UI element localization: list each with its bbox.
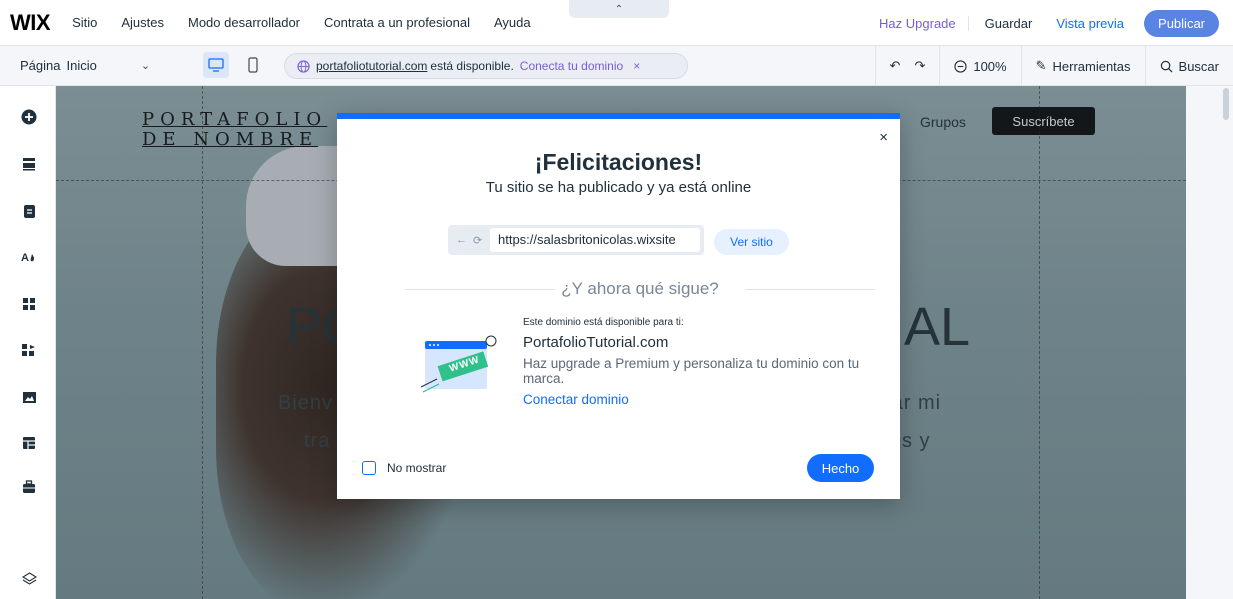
- next-steps-divider: ¿Y ahora qué sigue?: [405, 279, 875, 299]
- canvas-scroll-track: [1186, 86, 1233, 599]
- domain-link[interactable]: portafoliotutorial.com: [316, 59, 427, 73]
- collapse-topbar-tab[interactable]: ⌃: [569, 0, 669, 18]
- tools-icon: ✎: [1035, 58, 1047, 73]
- desktop-view-button[interactable]: [203, 52, 229, 78]
- suggested-domain-name: PortafolioTutorial.com: [523, 334, 669, 351]
- zoom-button[interactable]: 100%: [939, 46, 1020, 86]
- layers-icon[interactable]: [21, 571, 37, 587]
- done-button[interactable]: Hecho: [807, 454, 874, 482]
- dialog-subtitle: Tu sitio se ha publicado y ya está onlin…: [485, 179, 752, 196]
- connect-domain-link[interactable]: Conecta tu dominio: [520, 59, 623, 73]
- close-banner-icon[interactable]: ×: [633, 59, 640, 73]
- dialog-title: ¡Felicitaciones!: [534, 149, 703, 175]
- domain-available-text: está disponible.: [430, 59, 514, 73]
- add-elements-icon[interactable]: [21, 109, 37, 125]
- back-arrow-icon: ←: [456, 233, 467, 246]
- menu-contrata-profesional[interactable]: Contrata a un profesional: [324, 15, 470, 30]
- save-button[interactable]: Guardar: [969, 16, 1049, 31]
- preview-button[interactable]: Vista previa: [1048, 16, 1144, 31]
- www-browser-icon: WWW: [417, 335, 499, 397]
- add-section-icon[interactable]: [21, 156, 37, 172]
- top-bar: WIX Sitio Ajustes Modo desarrollador Con…: [0, 0, 1233, 46]
- publish-success-dialog: × ¡Felicitaciones! Tu sitio se ha public…: [337, 113, 900, 499]
- apps-icon[interactable]: [21, 296, 37, 312]
- desktop-icon: [208, 58, 224, 72]
- dont-show-checkbox[interactable]: [362, 461, 376, 475]
- menu-ayuda[interactable]: Ayuda: [494, 15, 531, 30]
- undo-icon[interactable]: ↶: [890, 58, 901, 74]
- view-site-button[interactable]: Ver sitio: [714, 229, 789, 255]
- url-nav: ← ⟳: [456, 234, 490, 247]
- site-url-field[interactable]: https://salasbritonicolas.wixsite: [490, 228, 700, 252]
- menu-modo-desarrollador[interactable]: Modo desarrollador: [188, 15, 300, 30]
- chevron-down-icon[interactable]: ⌄: [141, 59, 150, 72]
- dont-show-label[interactable]: No mostrar: [387, 461, 446, 475]
- chevron-up-icon: ⌃: [614, 3, 624, 15]
- next-steps-heading: ¿Y ahora qué sigue?: [561, 279, 719, 298]
- mobile-icon: [248, 57, 258, 73]
- cms-icon[interactable]: [21, 435, 37, 451]
- canvas-scrollbar[interactable]: [1223, 88, 1229, 120]
- search-icon: [1160, 60, 1173, 72]
- tools-label: Herramientas: [1052, 58, 1131, 74]
- search-button[interactable]: Buscar: [1144, 46, 1233, 86]
- toolbar-right: ↶ ↷ 100% ✎ Herramientas Buscar: [874, 46, 1233, 86]
- domain-upgrade-description: Haz upgrade a Premium y personaliza tu d…: [523, 356, 860, 386]
- site-url-bar: ← ⟳ https://salasbritonicolas.wixsite: [448, 225, 704, 255]
- upgrade-button[interactable]: Haz Upgrade: [867, 16, 969, 31]
- zoom-out-icon: [954, 59, 967, 73]
- connect-domain-link[interactable]: Conectar dominio: [523, 392, 629, 407]
- business-apps-icon[interactable]: [21, 342, 37, 358]
- globe-icon: [297, 59, 310, 73]
- zoom-value: 100%: [973, 58, 1007, 74]
- domain-banner: portafoliotutorial.com está disponible. …: [284, 53, 688, 79]
- pages-icon[interactable]: [21, 203, 37, 219]
- design-icon[interactable]: A: [21, 249, 37, 265]
- media-icon[interactable]: [21, 389, 37, 405]
- redo-icon[interactable]: ↷: [914, 58, 925, 74]
- top-actions: Haz Upgrade Guardar Vista previa Publica…: [867, 10, 1219, 37]
- tools-button[interactable]: ✎ Herramientas: [1020, 46, 1145, 86]
- portfolio-icon[interactable]: [21, 479, 37, 495]
- domain-available-caption: Este dominio está disponible para ti:: [523, 317, 684, 328]
- undo-redo: ↶ ↷: [874, 46, 940, 86]
- publish-button[interactable]: Publicar: [1144, 10, 1219, 37]
- editor-toolbar: Página Inicio ⌄ portafoliotutorial.com e…: [0, 46, 1233, 86]
- page-selector[interactable]: Inicio: [66, 58, 96, 73]
- svg-text:A: A: [21, 252, 29, 264]
- search-label: Buscar: [1178, 58, 1219, 74]
- page-label: Página: [20, 58, 61, 73]
- left-rail: A: [0, 86, 56, 599]
- close-icon[interactable]: ×: [879, 129, 888, 146]
- mobile-view-button[interactable]: [240, 52, 266, 78]
- menu-ajustes[interactable]: Ajustes: [121, 15, 164, 30]
- refresh-icon: ⟳: [473, 234, 483, 247]
- wix-logo[interactable]: WIX: [10, 10, 51, 36]
- menu-sitio[interactable]: Sitio: [72, 15, 97, 30]
